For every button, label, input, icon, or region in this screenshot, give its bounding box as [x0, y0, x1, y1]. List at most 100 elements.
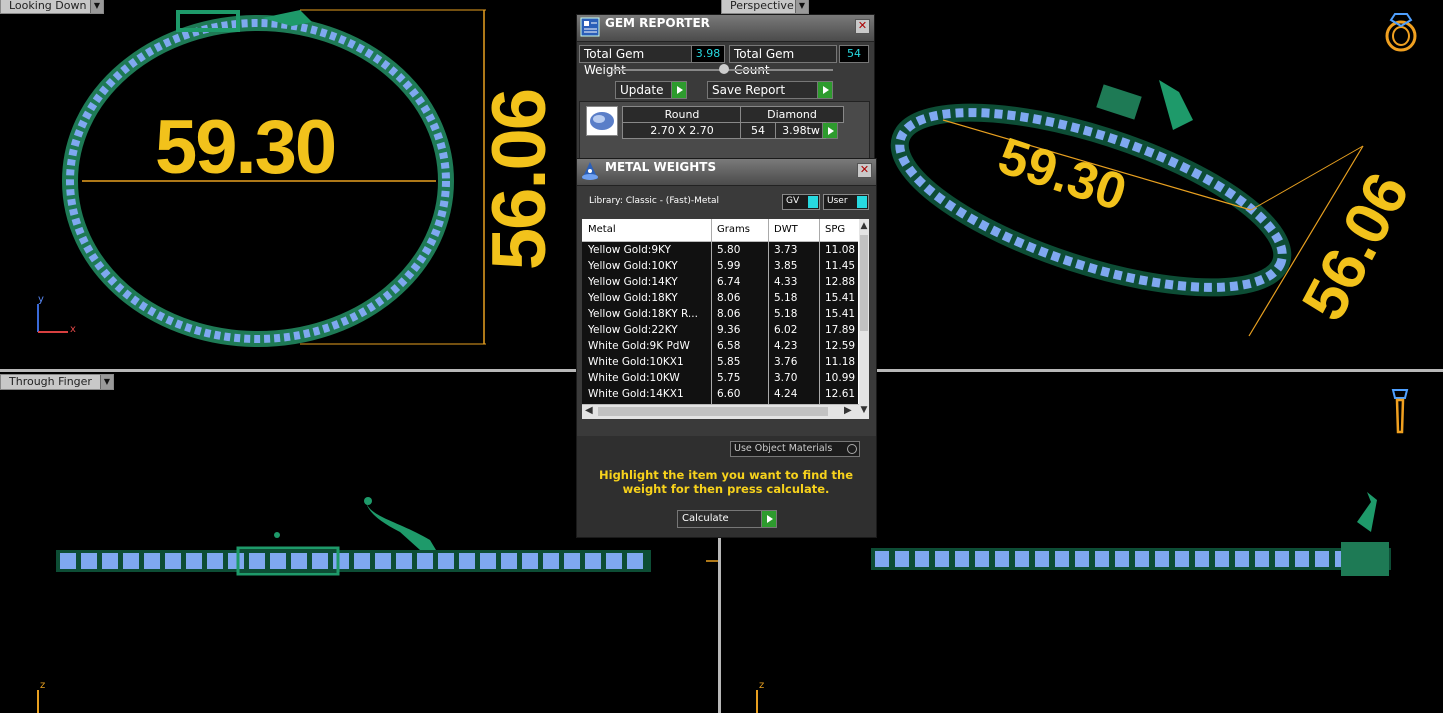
chevron-down-icon[interactable]: ▼: [100, 375, 113, 389]
dwt-cell: 4.33: [774, 276, 798, 288]
table-row[interactable]: White Gold:9K PdW 6.58 4.23 12.59: [582, 338, 858, 355]
grams-cell: 6.58: [717, 340, 741, 352]
grams-cell: 5.75: [717, 372, 741, 384]
gv-toggle[interactable]: GV: [782, 194, 820, 210]
spg-cell: 12.61: [825, 388, 856, 400]
column-divider: [819, 219, 820, 419]
metal-weights-icon: [582, 162, 598, 180]
dwt-cell: 3.76: [774, 356, 798, 368]
gem-size: 2.70 X 2.70: [622, 122, 742, 139]
metal-cell: White Gold:10KW: [588, 372, 680, 384]
gem-reporter-titlebar[interactable]: GEM REPORTER ✕: [577, 15, 874, 42]
dwt-cell: 4.23: [774, 340, 798, 352]
gem-reporter-panel: GEM REPORTER ✕ Total Gem Weight 3.98 Tot…: [576, 14, 875, 162]
spg-cell: 15.41: [825, 308, 856, 320]
viewport-label-perspective[interactable]: Perspective ▼: [721, 0, 809, 14]
viewport-label-through-finger[interactable]: Through Finger ▼: [0, 374, 114, 390]
gem-material: Diamond: [740, 106, 844, 123]
metal-weights-body: Library: Classic - (Fast)-Metal GV User …: [577, 186, 876, 436]
metal-cell: Yellow Gold:18KY: [588, 292, 678, 304]
total-gem-count-value: 54: [839, 45, 869, 63]
total-gem-weight-value: 3.98: [691, 45, 725, 63]
horizontal-scrollbar[interactable]: ◀ ▶: [582, 404, 859, 419]
metal-cell: Yellow Gold:22KY: [588, 324, 678, 336]
table-row[interactable]: White Gold:14KX1 6.60 4.24 12.61: [582, 386, 858, 403]
calculate-instructions: Highlight the item you want to find the …: [599, 468, 853, 496]
update-button[interactable]: Update: [615, 81, 687, 99]
scroll-thumb[interactable]: [598, 407, 828, 416]
scroll-right-icon[interactable]: ▶: [844, 405, 852, 416]
vertical-scrollbar[interactable]: ▲ ▼: [859, 219, 869, 419]
column-header-dwt[interactable]: DWT: [774, 224, 798, 235]
grams-cell: 8.06: [717, 292, 741, 304]
toggle-indicator-icon: [808, 196, 818, 208]
metal-weights-panel: METAL WEIGHTS ✕ Library: Classic - (Fast…: [576, 158, 877, 538]
gem-reporter-title: GEM REPORTER: [605, 16, 710, 30]
scroll-down-icon[interactable]: ▼: [859, 405, 869, 415]
column-header-grams[interactable]: Grams: [717, 224, 750, 235]
use-object-materials-label: Use Object Materials: [734, 443, 833, 454]
table-row[interactable]: Yellow Gold:14KY 6.74 4.33 12.88: [582, 274, 858, 291]
height-dimension: 56.06: [477, 89, 562, 271]
scroll-left-icon[interactable]: ◀: [585, 405, 593, 416]
grams-cell: 5.99: [717, 260, 741, 272]
viewport-label-looking-down[interactable]: Looking Down ▼: [0, 0, 104, 14]
chevron-up-icon[interactable]: [719, 64, 729, 74]
dwt-cell: 5.18: [774, 292, 798, 304]
radio-icon: [847, 444, 857, 454]
total-gem-count-label: Total Gem Count: [729, 45, 837, 77]
save-report-button[interactable]: Save Report: [707, 81, 833, 99]
spg-cell: 11.45: [825, 260, 856, 272]
finger-view-icon[interactable]: [1385, 382, 1415, 436]
metal-cell: White Gold:10KX1: [588, 356, 684, 368]
column-divider: [711, 219, 712, 419]
table-row[interactable]: Yellow Gold:18KY 8.06 5.18 15.41: [582, 290, 858, 307]
use-object-materials-toggle[interactable]: Use Object Materials: [730, 441, 860, 457]
user-toggle[interactable]: User: [823, 194, 869, 210]
viewport-label-text: Through Finger: [9, 375, 92, 388]
gem-shape: Round: [622, 106, 742, 123]
calculate-button[interactable]: Calculate: [677, 510, 777, 528]
table-row[interactable]: White Gold:10KX1 5.85 3.76 11.18: [582, 354, 858, 371]
axis-gizmo-z: [756, 690, 758, 713]
metal-weights-table[interactable]: Metal Grams DWT SPG Yellow Gold:9KY 5.80 3…: [582, 219, 869, 419]
ring-view-icon[interactable]: [1381, 6, 1421, 54]
grams-cell: 6.74: [717, 276, 741, 288]
dwt-cell: 5.18: [774, 308, 798, 320]
table-row[interactable]: Yellow Gold:22KY 9.36 6.02 17.89: [582, 322, 858, 339]
gem-select-button[interactable]: [822, 122, 838, 139]
column-header-metal[interactable]: Metal: [588, 224, 616, 235]
chevron-down-icon[interactable]: ▼: [795, 0, 808, 13]
close-icon[interactable]: ✕: [857, 163, 872, 178]
gv-toggle-label: GV: [786, 196, 800, 206]
update-button-label: Update: [620, 83, 664, 97]
table-row[interactable]: Yellow Gold:18KY R... 8.06 5.18 15.41: [582, 306, 858, 323]
gem-thumbnail-icon[interactable]: [586, 106, 618, 136]
spg-cell: 11.18: [825, 356, 856, 368]
gem-list-area: Round Diamond 2.70 X 2.70 54 3.98tw: [579, 101, 870, 161]
metal-weights-titlebar[interactable]: METAL WEIGHTS ✕: [577, 159, 876, 186]
table-row[interactable]: Yellow Gold:10KY 5.99 3.85 11.45: [582, 258, 858, 275]
play-icon: [671, 82, 686, 98]
table-row[interactable]: Yellow Gold:9KY 5.80 3.73 11.08: [582, 242, 858, 259]
library-label: Library: Classic - (Fast)-Metal: [589, 196, 720, 206]
metal-cell: Yellow Gold:14KY: [588, 276, 678, 288]
width-dimension: 59.30: [155, 105, 337, 190]
column-divider: [768, 219, 769, 419]
dwt-cell: 3.85: [774, 260, 798, 272]
column-header-spg[interactable]: SPG: [825, 224, 845, 235]
axis-y-label: y: [38, 294, 44, 305]
calculate-button-label: Calculate: [682, 513, 729, 524]
metal-cell: Yellow Gold:18KY R...: [588, 308, 698, 320]
scroll-up-icon[interactable]: ▲: [859, 221, 869, 231]
spg-cell: 11.08: [825, 244, 856, 256]
table-row[interactable]: White Gold:10KW 5.75 3.70 10.99: [582, 370, 858, 387]
spg-cell: 10.99: [825, 372, 856, 384]
viewport-label-text: Perspective: [730, 0, 794, 12]
spg-cell: 15.41: [825, 292, 856, 304]
scroll-thumb[interactable]: [860, 235, 868, 331]
dwt-cell: 3.73: [774, 244, 798, 256]
spg-cell: 12.59: [825, 340, 856, 352]
chevron-down-icon[interactable]: ▼: [90, 0, 103, 13]
close-icon[interactable]: ✕: [855, 19, 870, 34]
